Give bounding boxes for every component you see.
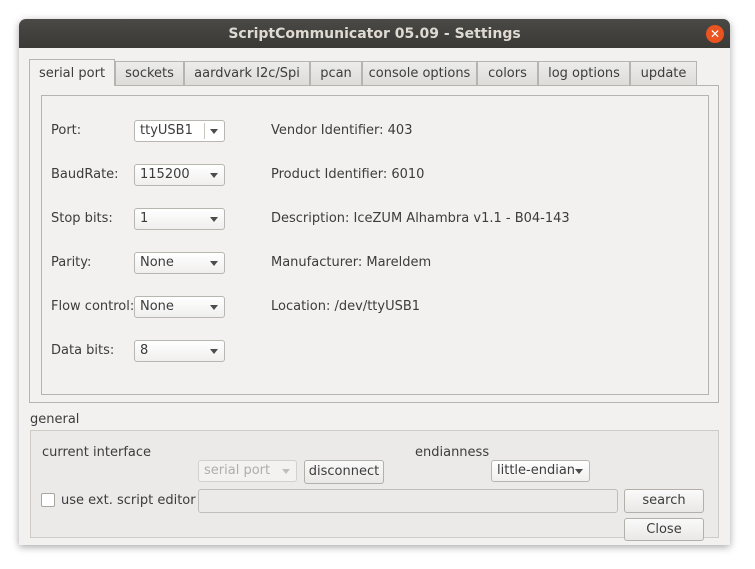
window-title: ScriptCommunicator 05.09 - Settings [228, 25, 521, 42]
device-manufacturer: Manufacturer: Mareldem [271, 255, 432, 270]
current-interface-combobox: serial port [198, 460, 297, 482]
tab-aardvark[interactable]: aardvark I2c/Spi [184, 61, 310, 85]
close-button[interactable]: Close [624, 518, 704, 541]
use-ext-editor-label: use ext. script editor [61, 493, 196, 508]
device-description: Description: IceZUM Alhambra v1.1 - B04-… [271, 211, 570, 226]
flow-control-combobox[interactable]: None [134, 296, 225, 318]
chevron-down-icon [210, 129, 218, 134]
chevron-down-icon [210, 217, 218, 222]
close-icon: ✕ [709, 27, 721, 41]
databits-combobox[interactable]: 8 [134, 340, 225, 362]
tab-pcan[interactable]: pcan [310, 61, 362, 85]
title-bar: ScriptCommunicator 05.09 - Settings ✕ [19, 19, 730, 48]
stopbits-combobox[interactable]: 1 [134, 208, 225, 230]
serial-port-frame: Port: ttyUSB1 Vendor Identifier: 403 Bau… [41, 95, 709, 395]
parity-label: Parity: [51, 255, 92, 270]
current-interface-value: serial port [204, 463, 271, 478]
settings-window: ScriptCommunicator 05.09 - Settings ✕ se… [19, 19, 730, 545]
port-label: Port: [51, 123, 82, 138]
use-ext-editor-checkbox[interactable] [41, 493, 55, 507]
tab-console-options[interactable]: console options [362, 61, 477, 85]
tab-colors[interactable]: colors [477, 61, 538, 85]
general-group-title: general [30, 412, 80, 427]
baudrate-combobox[interactable]: 115200 [134, 164, 225, 186]
databits-label: Data bits: [51, 343, 115, 358]
chevron-down-icon [575, 469, 583, 474]
stopbits-label: Stop bits: [51, 211, 113, 226]
serial-port-panel: Port: ttyUSB1 Vendor Identifier: 403 Bau… [29, 85, 719, 403]
script-editor-path-field[interactable] [198, 489, 618, 513]
disconnect-button[interactable]: disconnect [304, 460, 384, 484]
endianness-label: endianness [415, 445, 490, 460]
vendor-identifier: Vendor Identifier: 403 [271, 123, 413, 138]
chevron-down-icon [210, 261, 218, 266]
chevron-down-icon [210, 173, 218, 178]
current-interface-label: current interface [42, 445, 152, 460]
endianness-combobox[interactable]: little-endian [491, 460, 590, 482]
search-button[interactable]: search [624, 489, 704, 513]
tab-serial-port[interactable]: serial port [29, 59, 115, 86]
tab-update[interactable]: update [630, 61, 697, 85]
chevron-down-icon [210, 305, 218, 310]
close-window-button[interactable]: ✕ [706, 25, 724, 43]
device-location: Location: /dev/ttyUSB1 [271, 299, 421, 314]
tab-log-options[interactable]: log options [538, 61, 630, 85]
product-identifier: Product Identifier: 6010 [271, 167, 425, 182]
port-combobox[interactable]: ttyUSB1 [134, 120, 225, 142]
chevron-down-icon [282, 469, 290, 474]
general-group: current interface serial port disconnect… [30, 430, 719, 541]
baudrate-label: BaudRate: [51, 167, 119, 182]
tab-sockets[interactable]: sockets [115, 61, 184, 85]
chevron-down-icon [210, 349, 218, 354]
parity-combobox[interactable]: None [134, 252, 225, 274]
flow-control-label: Flow control: [51, 299, 135, 314]
